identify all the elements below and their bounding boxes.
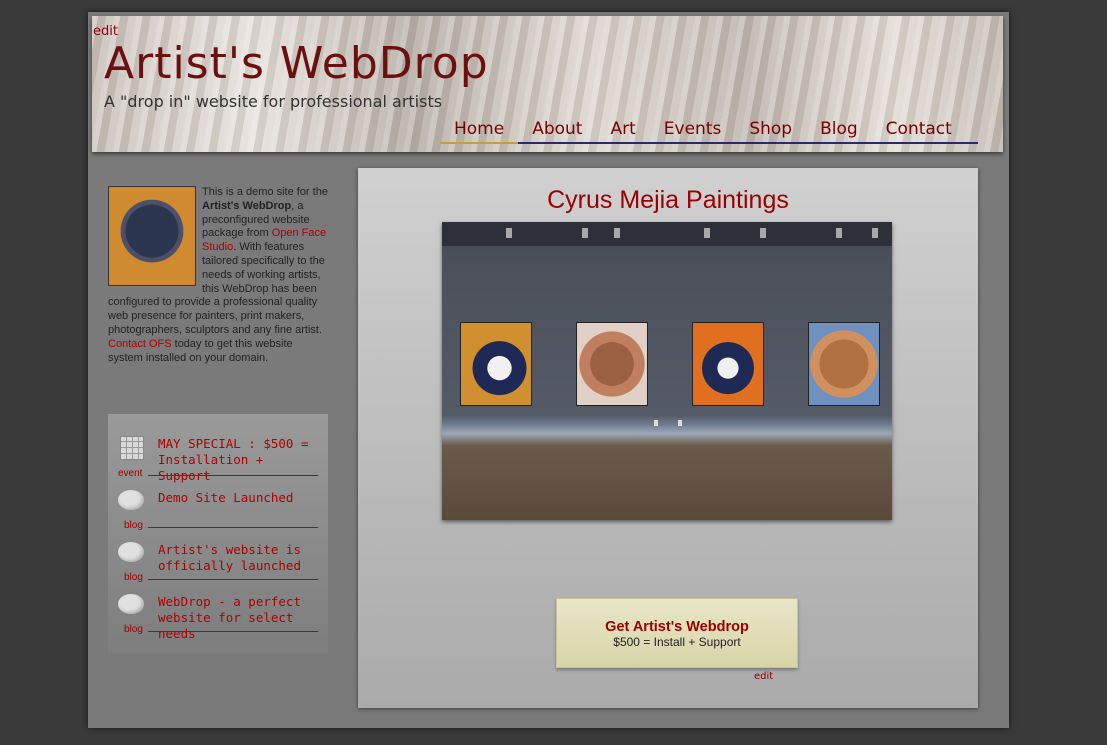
cta-subtitle: $500 = Install + Support	[613, 635, 741, 649]
wall-switch	[678, 420, 682, 426]
page-container: edit Artist's WebDrop A "drop in" websit…	[88, 12, 1009, 728]
edit-link[interactable]: edit	[93, 24, 118, 39]
news-type: blog	[124, 520, 143, 531]
cta-title: Get Artist's Webdrop	[605, 619, 749, 635]
nav-blog[interactable]: Blog	[806, 118, 872, 142]
nav-home[interactable]: Home	[440, 118, 519, 144]
divider	[148, 475, 318, 476]
spotlight	[836, 228, 842, 238]
page-title: Cyrus Mejia Paintings	[547, 186, 789, 214]
site-tagline: A "drop in" website for professional art…	[104, 92, 443, 111]
nav-shop[interactable]: Shop	[735, 118, 806, 142]
sidebar-intro: This is a demo site for the Artist's Web…	[108, 186, 330, 365]
painting-dog	[460, 322, 532, 406]
speech-bubble-icon	[118, 490, 144, 510]
gallery-photo[interactable]	[442, 222, 892, 520]
news-list: MAY SPECIAL : $500 = Installation + Supp…	[108, 414, 328, 654]
nav-about[interactable]: About	[518, 118, 596, 142]
wall-switch	[654, 420, 658, 426]
news-type: blog	[124, 624, 143, 635]
intro-product-name: Artist's WebDrop	[202, 199, 292, 212]
news-title[interactable]: MAY SPECIAL : $500 = Installation + Supp…	[158, 436, 318, 484]
site-header: edit Artist's WebDrop A "drop in" websit…	[92, 16, 1003, 152]
news-title[interactable]: WebDrop - a perfect website for select n…	[158, 594, 318, 642]
spotlight	[760, 228, 766, 238]
nav-contact[interactable]: Contact	[872, 118, 966, 142]
main-content: Cyrus Mejia Paintings Get Artist's Webdr…	[358, 168, 978, 708]
get-webdrop-button[interactable]: Get Artist's Webdrop $500 = Install + Su…	[556, 598, 798, 668]
spotlight	[614, 228, 620, 238]
news-type: event	[118, 468, 143, 479]
news-type: blog	[124, 572, 143, 583]
divider	[148, 527, 318, 528]
dog-painting-thumbnail	[108, 186, 196, 286]
nav-art[interactable]: Art	[596, 118, 649, 142]
news-title[interactable]: Artist's website is officially launched	[158, 542, 318, 574]
news-title[interactable]: Demo Site Launched	[158, 490, 318, 506]
painting-dog	[808, 322, 880, 406]
main-nav: Home About Art Events Shop Blog Contact	[440, 118, 978, 144]
spotlight	[582, 228, 588, 238]
painting-dog	[692, 322, 764, 406]
spotlight	[506, 228, 512, 238]
spotlight	[704, 228, 710, 238]
divider	[148, 579, 318, 580]
nav-events[interactable]: Events	[650, 118, 736, 142]
divider	[148, 631, 318, 632]
site-title[interactable]: Artist's WebDrop	[104, 38, 489, 89]
intro-text: This is a demo site for the	[202, 186, 328, 198]
painting-dog	[576, 322, 648, 406]
speech-bubble-icon	[118, 594, 144, 614]
spotlight	[872, 228, 878, 238]
speech-bubble-icon	[118, 542, 144, 562]
calendar-icon	[120, 436, 144, 460]
edit-link[interactable]: edit	[754, 671, 773, 682]
contact-ofs-link[interactable]: Contact OFS	[108, 338, 172, 350]
